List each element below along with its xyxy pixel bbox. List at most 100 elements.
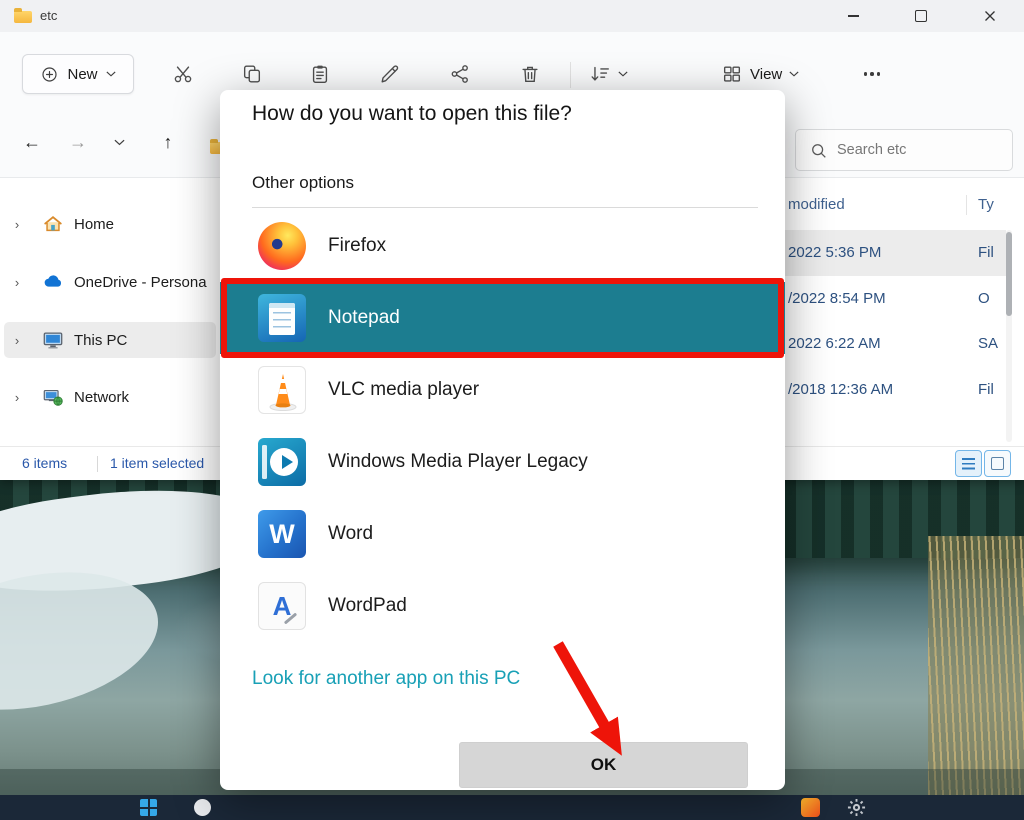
- window-title: etc: [40, 0, 57, 32]
- vlc-icon: [258, 366, 306, 414]
- taskbar: [0, 795, 1024, 820]
- app-options-list: Firefox Notepad VLC media player Windows…: [220, 210, 785, 642]
- delete-button[interactable]: [510, 54, 550, 94]
- share-button[interactable]: [440, 54, 480, 94]
- icons-view-button[interactable]: [984, 450, 1011, 477]
- details-view-button[interactable]: [955, 450, 982, 477]
- more-options-button[interactable]: [850, 54, 894, 94]
- search-icon: [810, 142, 827, 159]
- wordpad-icon: A: [258, 582, 306, 630]
- word-icon: W: [258, 510, 306, 558]
- sidebar-item-this-pc[interactable]: › This PC: [4, 322, 216, 358]
- file-date-modified: 2022 5:36 PM: [788, 230, 881, 276]
- cut-button[interactable]: [163, 54, 203, 94]
- sidebar-item-onedrive[interactable]: › OneDrive - Persona: [4, 264, 216, 300]
- copy-icon: [241, 63, 263, 85]
- chevron-expand-icon[interactable]: ›: [4, 275, 30, 290]
- title-bar: etc: [0, 0, 1024, 32]
- sidebar-item-home[interactable]: › Home: [4, 206, 216, 242]
- windows-start-button[interactable]: [140, 799, 157, 816]
- app-option-word[interactable]: W Word: [220, 498, 785, 570]
- view-button[interactable]: View: [712, 54, 808, 94]
- look-for-another-app-link[interactable]: Look for another app on this PC: [252, 668, 520, 690]
- scrollbar-thumb[interactable]: [1006, 232, 1012, 316]
- desktop: etc New: [0, 0, 1024, 820]
- chevron-down-icon: [106, 71, 116, 77]
- maximize-icon: [915, 10, 927, 22]
- column-header-modified[interactable]: modified: [788, 192, 845, 218]
- sidebar: › Home › OneDrive - Persona › This PC: [0, 178, 222, 446]
- copy-button[interactable]: [232, 54, 272, 94]
- back-button[interactable]: ←: [14, 124, 50, 160]
- app-option-label: Windows Media Player Legacy: [328, 451, 588, 473]
- windows-media-player-icon: [258, 438, 306, 486]
- app-option-wordpad[interactable]: A WordPad: [220, 570, 785, 642]
- cut-icon: [172, 63, 194, 85]
- chevron-expand-icon[interactable]: ›: [4, 390, 30, 405]
- sidebar-item-label: This PC: [74, 332, 127, 349]
- details-view-icon: [962, 458, 975, 470]
- ok-button[interactable]: OK: [459, 742, 748, 788]
- sidebar-item-label: Home: [74, 216, 114, 233]
- ellipsis-icon: [864, 72, 881, 76]
- paste-button[interactable]: [300, 54, 340, 94]
- view-grid-icon: [721, 63, 743, 85]
- chevron-down-icon: [618, 71, 628, 77]
- paste-icon: [309, 63, 331, 85]
- trash-icon: [519, 63, 541, 85]
- dialog-title: How do you want to open this file?: [252, 102, 572, 126]
- network-icon: [42, 386, 64, 408]
- taskbar-app-circle-icon[interactable]: [194, 799, 211, 816]
- sidebar-item-label: Network: [74, 389, 129, 406]
- this-pc-icon: [42, 329, 64, 351]
- search-input[interactable]: [827, 142, 1012, 158]
- app-option-vlc[interactable]: VLC media player: [220, 354, 785, 426]
- app-option-label: VLC media player: [328, 379, 479, 401]
- rename-button[interactable]: [370, 54, 410, 94]
- wallpaper-reeds: [928, 536, 1024, 795]
- search-box: [795, 129, 1013, 171]
- app-option-label: Notepad: [328, 307, 400, 329]
- app-option-notepad[interactable]: Notepad: [220, 282, 785, 354]
- file-date-modified: /2018 12:36 AM: [788, 367, 893, 413]
- onedrive-cloud-icon: [42, 271, 64, 293]
- folder-icon: [14, 11, 32, 23]
- view-button-label: View: [750, 66, 782, 83]
- minimize-icon: [848, 15, 859, 17]
- forward-button[interactable]: →: [60, 124, 96, 160]
- selection-count: 1 item selected: [110, 447, 204, 480]
- file-type: Fil: [978, 367, 994, 413]
- maximize-button[interactable]: [899, 0, 943, 32]
- chevron-expand-icon[interactable]: ›: [4, 333, 30, 348]
- app-option-wmp-legacy[interactable]: Windows Media Player Legacy: [220, 426, 785, 498]
- dialog-divider: [252, 207, 758, 208]
- file-type: O: [978, 276, 990, 322]
- app-option-label: Firefox: [328, 235, 386, 257]
- up-button[interactable]: ↑: [150, 124, 186, 160]
- minimize-button[interactable]: [831, 0, 875, 32]
- file-type: SA: [978, 321, 998, 367]
- new-button[interactable]: New: [22, 54, 134, 94]
- chevron-down-icon: [114, 139, 125, 146]
- recent-locations-button[interactable]: [104, 124, 134, 160]
- close-icon: [984, 10, 996, 22]
- close-button[interactable]: [968, 0, 1012, 32]
- status-divider: [97, 456, 98, 472]
- chevron-expand-icon[interactable]: ›: [4, 217, 30, 232]
- file-date-modified: /2022 8:54 PM: [788, 276, 886, 322]
- column-header-type[interactable]: Ty: [978, 192, 994, 218]
- photos-app-icon[interactable]: [801, 798, 820, 817]
- notepad-icon: [258, 294, 306, 342]
- app-option-label: WordPad: [328, 595, 407, 617]
- settings-gear-icon[interactable]: [847, 798, 866, 817]
- other-options-label: Other options: [252, 173, 354, 193]
- sidebar-item-network[interactable]: › Network: [4, 379, 216, 415]
- sort-button[interactable]: [580, 54, 637, 94]
- app-option-firefox[interactable]: Firefox: [220, 210, 785, 282]
- items-count: 6 items: [22, 447, 67, 480]
- toolbar-divider: [570, 62, 571, 88]
- new-button-label: New: [67, 66, 97, 83]
- share-icon: [449, 63, 471, 85]
- column-divider[interactable]: [966, 195, 967, 215]
- open-with-dialog: How do you want to open this file? Other…: [220, 90, 785, 790]
